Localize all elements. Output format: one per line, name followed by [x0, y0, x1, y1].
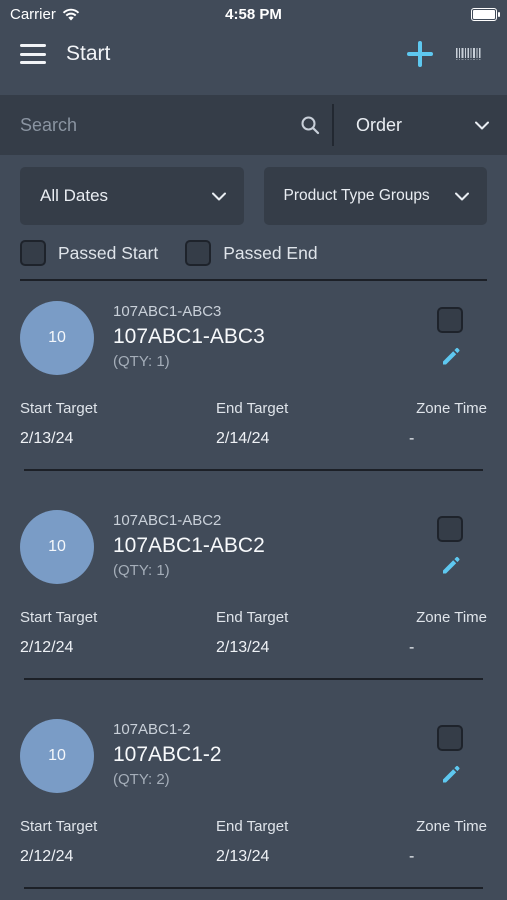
zone-time-value: -	[409, 430, 415, 447]
item-qty: (QTY: 1)	[113, 562, 170, 579]
end-target-value: 2/13/24	[216, 848, 270, 865]
item-subtitle: 107ABC1-2	[113, 721, 191, 738]
item-title: 107ABC1-2	[113, 743, 222, 766]
date-filter-select[interactable]: All Dates	[20, 167, 244, 225]
barcode-icon[interactable]	[455, 45, 481, 63]
item-select-checkbox[interactable]	[437, 516, 463, 542]
status-bar: Carrier 4:58 PM	[0, 0, 507, 28]
zone-time-label: Zone Time	[416, 818, 487, 835]
passed-start-label: Passed Start	[58, 242, 159, 263]
item-qty: (QTY: 1)	[113, 353, 170, 370]
chevron-down-icon	[475, 121, 489, 129]
page-title: Start	[66, 42, 111, 65]
zone-time-label: Zone Time	[416, 609, 487, 626]
zone-time-value: -	[409, 848, 415, 865]
avatar: 10	[20, 301, 94, 375]
start-target-value: 2/13/24	[20, 430, 74, 447]
pencil-icon[interactable]	[440, 345, 462, 367]
item-divider	[24, 469, 483, 471]
chevron-down-icon	[211, 192, 226, 200]
zone-time-label: Zone Time	[416, 400, 487, 417]
search-input[interactable]	[0, 95, 320, 155]
item-divider	[24, 887, 483, 889]
avatar: 10	[20, 719, 94, 793]
check-row: Passed Start Passed End	[20, 239, 318, 267]
item-subtitle: 107ABC1-ABC2	[113, 512, 222, 529]
header-actions	[407, 41, 487, 67]
list-item[interactable]: 10 107ABC1-ABC2 107ABC1-ABC2 (QTY: 1) St…	[0, 490, 507, 699]
carrier-label: Carrier	[10, 5, 56, 23]
passed-start-checkbox[interactable]	[20, 240, 46, 266]
pencil-icon[interactable]	[440, 763, 462, 785]
end-target-value: 2/14/24	[216, 430, 270, 447]
end-target-value: 2/13/24	[216, 639, 270, 656]
item-select-checkbox[interactable]	[437, 725, 463, 751]
item-title: 107ABC1-ABC3	[113, 325, 265, 348]
start-target-label: Start Target	[20, 609, 98, 626]
sort-select-value: Order	[356, 114, 403, 135]
end-target-label: End Target	[216, 400, 289, 417]
search-bar: Order	[0, 95, 507, 155]
battery-icon	[471, 7, 500, 21]
passed-end-label: Passed End	[223, 242, 318, 263]
end-target-label: End Target	[216, 818, 289, 835]
app-header: Start	[0, 28, 507, 80]
menu-icon[interactable]	[20, 44, 46, 64]
list-item[interactable]: 10 107ABC1-ABC3 107ABC1-ABC3 (QTY: 1) St…	[0, 281, 507, 490]
item-qty: (QTY: 2)	[113, 771, 170, 788]
pencil-icon[interactable]	[440, 554, 462, 576]
start-target-value: 2/12/24	[20, 639, 74, 656]
end-target-label: End Target	[216, 609, 289, 626]
wifi-icon	[62, 8, 80, 20]
passed-end-checkbox[interactable]	[185, 240, 212, 266]
chevron-down-icon	[455, 192, 469, 200]
item-subtitle: 107ABC1-ABC3	[113, 303, 222, 320]
status-left: Carrier	[10, 6, 80, 23]
search-icon[interactable]	[300, 115, 320, 135]
product-type-filter-select[interactable]: Product Type Groups	[263, 167, 487, 225]
start-target-label: Start Target	[20, 818, 98, 835]
passed-end-group: Passed End	[185, 240, 318, 266]
product-type-filter-value: Product Type Groups	[283, 187, 430, 204]
add-icon[interactable]	[407, 41, 433, 67]
avatar: 10	[20, 510, 94, 584]
item-title: 107ABC1-ABC2	[113, 534, 265, 557]
start-target-value: 2/12/24	[20, 848, 74, 865]
zone-time-value: -	[409, 639, 415, 656]
passed-start-group: Passed Start	[20, 240, 158, 266]
item-divider	[24, 678, 483, 680]
filter-row: All Dates Product Type Groups	[20, 167, 487, 225]
start-target-label: Start Target	[20, 400, 98, 417]
item-select-checkbox[interactable]	[437, 307, 463, 333]
list-item[interactable]: 10 107ABC1-2 107ABC1-2 (QTY: 2) Start Ta…	[0, 699, 507, 900]
sort-select[interactable]: Order	[334, 95, 507, 155]
date-filter-value: All Dates	[40, 186, 109, 205]
